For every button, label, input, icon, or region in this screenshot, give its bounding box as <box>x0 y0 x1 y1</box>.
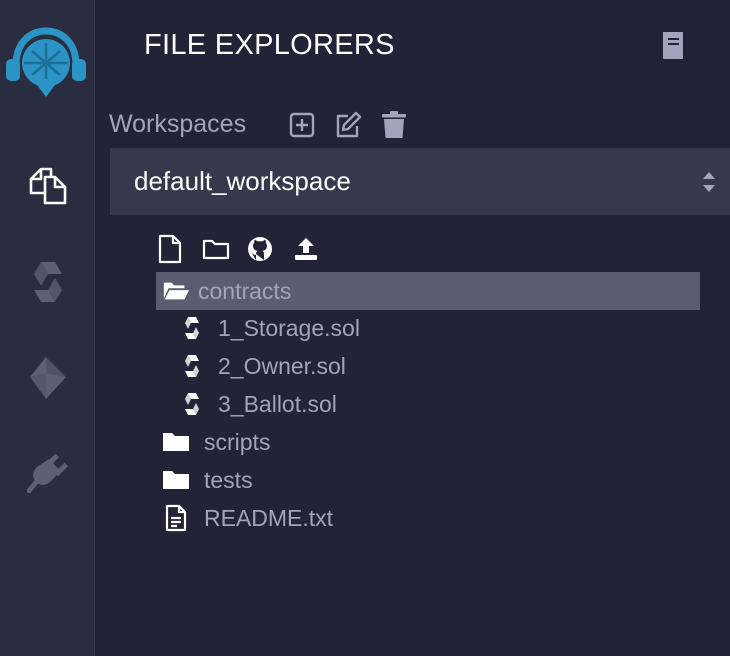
tree-file-readme[interactable]: README.txt <box>162 499 333 537</box>
panel-title: FILE EXPLORERS <box>144 29 395 61</box>
solidity-file-icon <box>178 352 206 380</box>
folder-icon <box>162 466 190 494</box>
text-file-icon <box>162 504 190 532</box>
tree-folder-contracts[interactable]: contracts <box>156 272 700 310</box>
new-file-icon[interactable] <box>156 234 184 264</box>
tree-folder-tests[interactable]: tests <box>162 461 253 499</box>
book-icon[interactable] <box>659 30 687 60</box>
folder-open-icon <box>162 277 190 305</box>
tree-file-3-ballot[interactable]: 3_Ballot.sol <box>178 385 337 423</box>
upload-icon[interactable] <box>292 234 320 264</box>
file-explorers-icon[interactable] <box>22 158 74 210</box>
create-workspace-icon[interactable] <box>288 111 316 139</box>
delete-workspace-icon[interactable] <box>380 111 408 139</box>
github-icon[interactable] <box>246 234 274 264</box>
workspace-select[interactable]: default_workspace <box>110 148 730 215</box>
workspaces-label: Workspaces <box>109 110 247 138</box>
tree-file-1-storage[interactable]: 1_Storage.sol <box>178 309 360 347</box>
file-explorer-panel: FILE EXPLORERS Workspaces default_worksp… <box>96 0 730 656</box>
workspace-select-value: default_workspace <box>134 166 351 196</box>
plugin-manager-icon[interactable] <box>22 446 74 498</box>
solidity-compiler-icon[interactable] <box>22 256 74 308</box>
rename-workspace-icon[interactable] <box>334 111 362 139</box>
tree-item-label: 3_Ballot.sol <box>218 390 337 417</box>
remix-logo[interactable] <box>4 25 88 101</box>
new-folder-icon[interactable] <box>202 234 230 264</box>
tree-folder-scripts[interactable]: scripts <box>162 423 270 461</box>
tree-item-label: 2_Owner.sol <box>218 352 346 379</box>
icon-panel <box>0 0 95 656</box>
tree-item-label: tests <box>204 466 253 493</box>
tree-file-2-owner[interactable]: 2_Owner.sol <box>178 347 346 385</box>
solidity-file-icon <box>178 314 206 342</box>
select-arrows-icon <box>703 172 715 192</box>
folder-icon <box>162 428 190 456</box>
solidity-file-icon <box>178 390 206 418</box>
tree-item-label: 1_Storage.sol <box>218 314 360 341</box>
deploy-run-icon[interactable] <box>22 352 74 404</box>
tree-item-label: contracts <box>198 277 292 304</box>
tree-item-label: README.txt <box>204 504 334 531</box>
tree-item-label: scripts <box>204 428 271 455</box>
